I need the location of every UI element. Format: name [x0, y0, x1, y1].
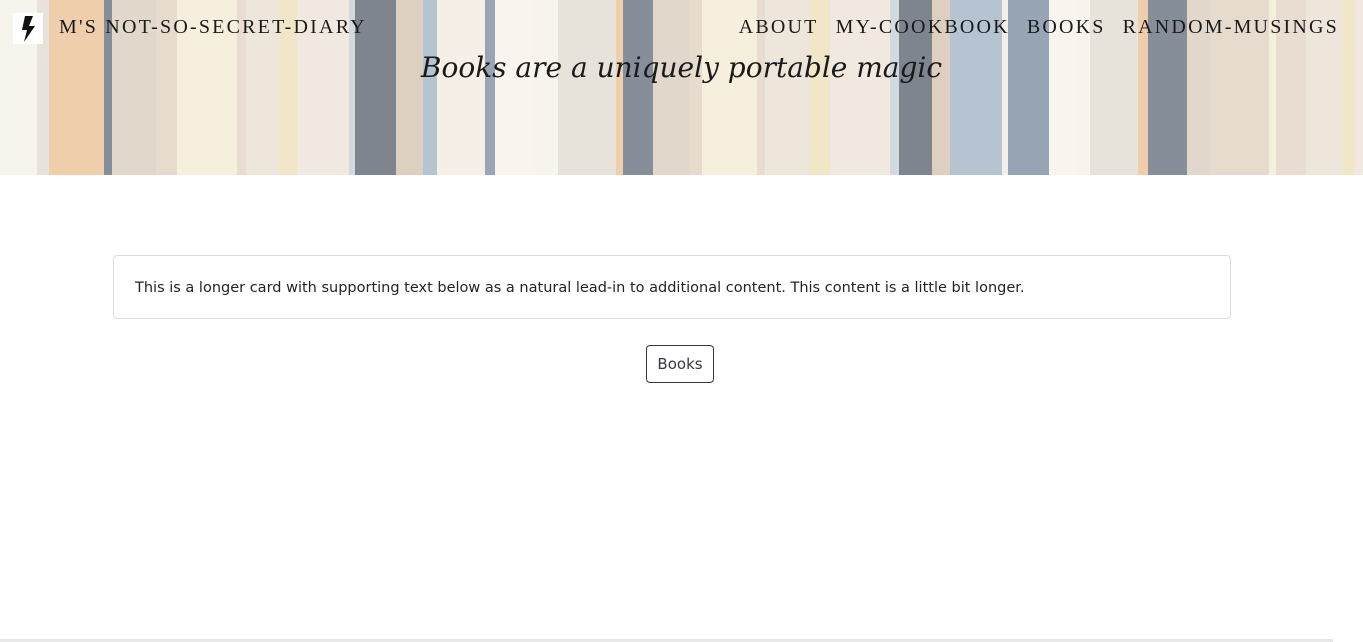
nav-links: ABOUT MY-COOKBOOK BOOKS RANDOM-MUSINGS — [739, 14, 1339, 40]
hero-header: M'S NOT-SO-SECRET-DIARY ABOUT MY-COOKBOO… — [0, 0, 1363, 175]
card-text: This is a longer card with supporting te… — [135, 280, 1025, 296]
lightning-bolt-icon[interactable] — [13, 13, 43, 44]
brand-name-link[interactable]: M'S NOT-SO-SECRET-DIARY — [59, 14, 367, 40]
nav-link-books[interactable]: BOOKS — [1027, 14, 1106, 40]
books-button[interactable]: Books — [646, 345, 714, 383]
page: M'S NOT-SO-SECRET-DIARY ABOUT MY-COOKBOO… — [0, 0, 1363, 642]
nav-link-random-musings[interactable]: RANDOM-MUSINGS — [1123, 14, 1339, 40]
nav-link-about[interactable]: ABOUT — [739, 14, 819, 40]
nav-link-my-cookbook[interactable]: MY-COOKBOOK — [836, 14, 1010, 40]
content-card: This is a longer card with supporting te… — [113, 255, 1231, 319]
page-tagline: Books are a uniquely portable magic — [420, 51, 943, 84]
